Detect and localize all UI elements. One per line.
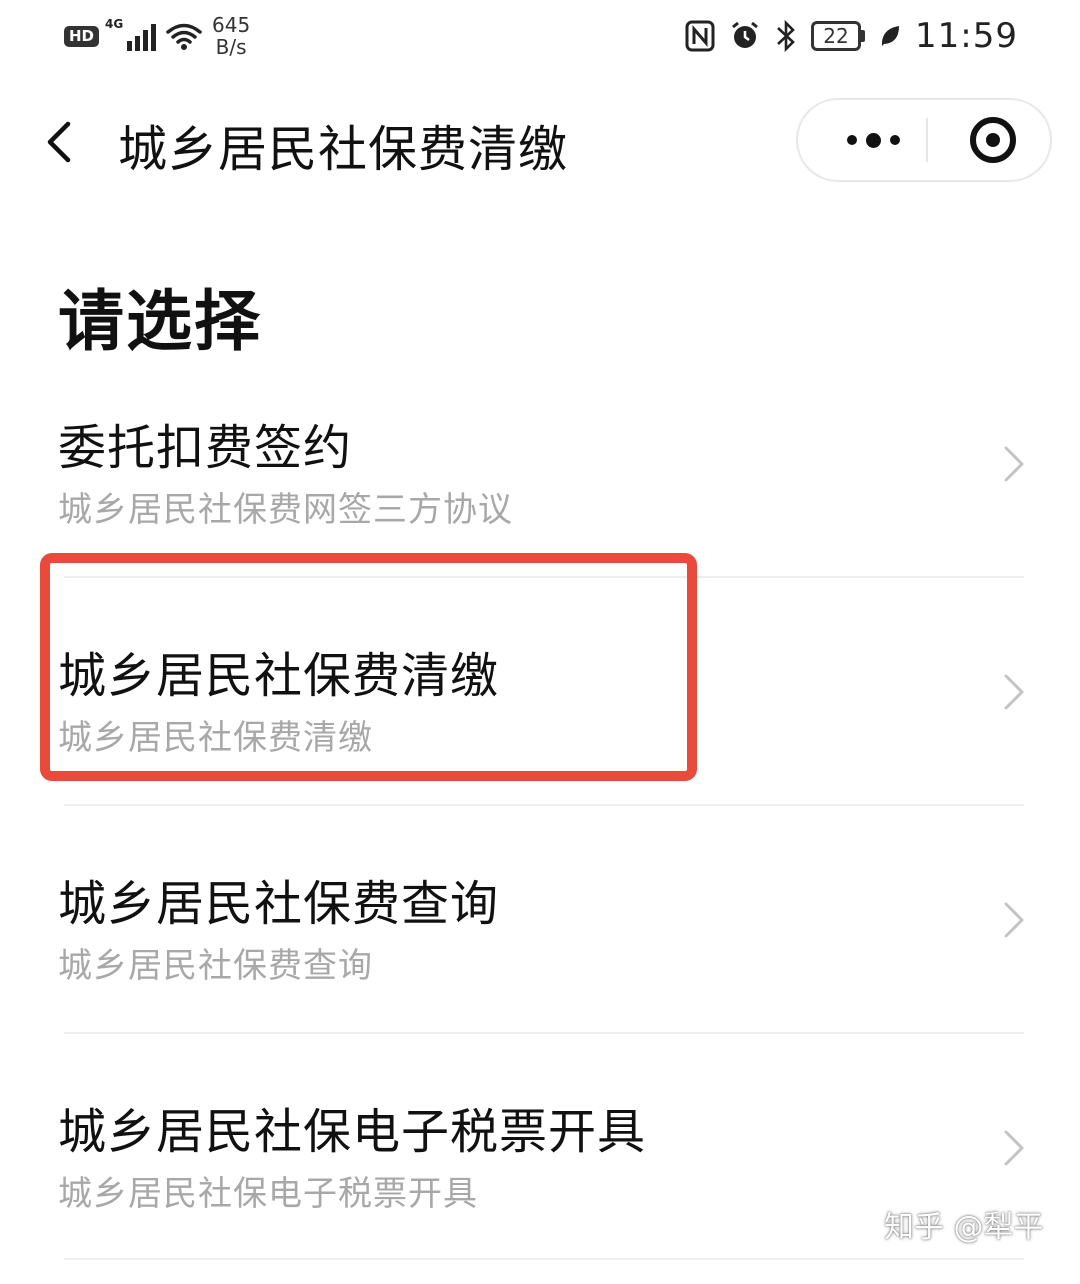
miniprogram-capsule	[796, 98, 1052, 182]
chevron-right-icon	[1004, 1130, 1024, 1166]
hd-badge: HD	[64, 25, 100, 47]
speed-value: 645	[212, 13, 251, 37]
back-button[interactable]	[36, 112, 96, 172]
network-type-label: 4G	[105, 17, 124, 31]
menu-item-subtitle: 城乡居民社保费网签三方协议	[58, 490, 513, 530]
target-close-icon	[970, 117, 1016, 163]
chevron-left-icon	[47, 121, 71, 163]
menu-item-title: 委托扣费签约	[58, 420, 353, 476]
speed-unit: B/s	[215, 35, 247, 59]
watermark: 知乎 @犁平	[884, 1210, 1044, 1245]
chevron-right-icon	[1004, 446, 1024, 482]
list-divider	[64, 804, 1024, 806]
status-right-group: 22 11:59	[685, 16, 1018, 56]
network-speed: 645 B/s	[212, 14, 250, 58]
menu-item-title: 城乡居民社保费查询	[58, 876, 500, 932]
menu-item-subtitle: 城乡居民社保费查询	[58, 946, 373, 986]
status-left-group: HD 4G 645 B/s	[64, 14, 250, 58]
alarm-icon	[732, 21, 758, 48]
menu-item-query[interactable]: 城乡居民社保费查询 城乡居民社保费查询	[0, 828, 1080, 1056]
more-button[interactable]	[820, 100, 926, 180]
menu-item-subtitle: 城乡居民社保电子税票开具	[58, 1174, 478, 1214]
menu-item-e-tax-receipt[interactable]: 城乡居民社保电子税票开具 城乡居民社保电子税票开具	[0, 1056, 1080, 1284]
cell-signal-icon: 4G	[105, 17, 157, 51]
battery-level: 22	[811, 21, 862, 51]
list-divider	[64, 1258, 1024, 1260]
leaf-icon	[881, 26, 900, 46]
status-bar: HD 4G 645 B/s 22 11:59	[0, 0, 1080, 80]
wifi-icon	[166, 23, 202, 50]
more-dots-icon	[846, 135, 857, 145]
nfc-icon	[685, 20, 715, 52]
capsule-divider	[926, 118, 928, 162]
chevron-right-icon	[1004, 902, 1024, 938]
battery-icon: 22	[811, 21, 866, 51]
nav-bar: 城乡居民社保费清缴	[0, 92, 1080, 192]
chevron-right-icon	[1004, 674, 1024, 710]
page-heading: 请选择	[58, 283, 262, 360]
nav-title: 城乡居民社保费清缴	[118, 121, 569, 178]
highlight-annotation	[40, 553, 697, 781]
status-time: 11:59	[915, 16, 1018, 56]
list-divider	[64, 1032, 1024, 1034]
menu-item-title: 城乡居民社保电子税票开具	[58, 1104, 647, 1160]
bluetooth-icon	[777, 19, 795, 53]
close-button[interactable]	[948, 100, 1038, 180]
